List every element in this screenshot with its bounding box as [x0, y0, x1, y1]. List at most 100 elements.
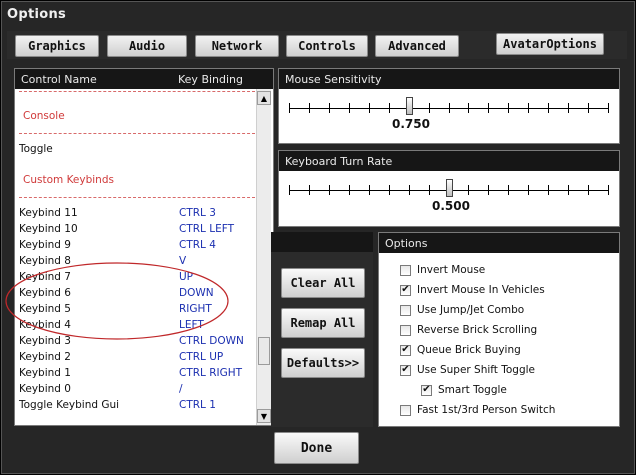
checkbox[interactable]: [400, 324, 411, 336]
control-name: Keybind 0: [19, 383, 71, 395]
key-binding: DOWN: [179, 287, 214, 299]
control-name: Toggle Keybind Gui: [19, 399, 120, 411]
table-row[interactable]: Keybind 4 LEFT: [19, 317, 255, 333]
option-label: Use Jump/Jet Combo: [417, 304, 525, 316]
table-row[interactable]: Keybind 3 CTRL DOWN: [19, 333, 255, 349]
key-binding: CTRL DOWN: [179, 335, 244, 347]
checkbox[interactable]: ✔: [400, 284, 411, 296]
options-panel: Options Invert Mouse ✔ Invert Mouse In Ve…: [378, 232, 620, 427]
scroll-up-icon[interactable]: ▲: [257, 91, 271, 105]
keyboard-turn-rate-label: Keyboard Turn Rate: [279, 151, 619, 171]
table-row[interactable]: Keybind 6 DOWN: [19, 285, 255, 301]
slider-tick: [289, 185, 290, 195]
table-row[interactable]: Keybind 10 CTRL LEFT: [19, 221, 255, 237]
remap-all-button[interactable]: Remap All: [281, 308, 365, 338]
mouse-sensitivity-ticks: [289, 103, 609, 115]
table-row[interactable]: Keybind 2 CTRL UP: [19, 349, 255, 365]
scroll-thumb[interactable]: [258, 337, 270, 365]
option-fast-person-switch[interactable]: Fast 1st/3rd Person Switch: [400, 401, 555, 419]
table-row[interactable]: Keybind 8 V: [19, 253, 255, 269]
slider-tick: [508, 103, 509, 113]
table-row[interactable]: Keybind 11 CTRL 3: [19, 205, 255, 221]
control-name: Keybind 8: [19, 255, 71, 267]
avatar-options-button[interactable]: AvatarOptions: [496, 33, 604, 55]
tab-graphics[interactable]: Graphics: [15, 35, 99, 57]
slider-tick: [568, 185, 569, 195]
key-binding: RIGHT: [179, 303, 212, 315]
slider-tick: [369, 103, 370, 113]
option-invert-mouse[interactable]: Invert Mouse: [400, 261, 485, 279]
window-title: Options: [7, 7, 67, 22]
option-smart-toggle[interactable]: ✔ Smart Toggle: [421, 381, 507, 399]
mouse-sensitivity-panel: Mouse Sensitivity 0.750: [278, 68, 620, 144]
control-name: Keybind 5: [19, 303, 71, 315]
done-button[interactable]: Done: [274, 432, 359, 464]
option-label: Queue Brick Buying: [417, 344, 521, 356]
column-header-control-name[interactable]: Control Name: [21, 73, 97, 86]
checkbox[interactable]: [400, 404, 411, 416]
keybind-list-panel: Control Name Key Binding Console Toggle …: [14, 68, 274, 426]
slider-tick: [528, 185, 529, 195]
table-row[interactable]: Keybind 9 CTRL 4: [19, 237, 255, 253]
tab-audio[interactable]: Audio: [107, 35, 187, 57]
control-name: Keybind 10: [19, 223, 78, 235]
slider-tick: [369, 185, 370, 195]
section-divider: [19, 91, 255, 92]
control-name: Keybind 7: [19, 271, 71, 283]
section-console: Console: [23, 110, 65, 122]
keybind-list-body: Console Toggle Custom Keybinds Keybind 1…: [15, 89, 259, 425]
checkbox[interactable]: ✔: [400, 344, 411, 356]
control-name: Keybind 9: [19, 239, 71, 251]
option-jump-jet-combo[interactable]: Use Jump/Jet Combo: [400, 301, 524, 319]
scroll-down-icon[interactable]: ▼: [257, 409, 271, 423]
key-binding: CTRL LEFT: [179, 223, 234, 235]
table-row[interactable]: Keybind 7 UP: [19, 269, 255, 285]
tab-network[interactable]: Network: [195, 35, 279, 57]
slider-tick: [329, 103, 330, 113]
slider-tick: [588, 185, 589, 195]
option-super-shift-toggle[interactable]: ✔ Use Super Shift Toggle: [400, 361, 535, 379]
checkbox[interactable]: ✔: [421, 384, 432, 396]
list-scrollbar[interactable]: ▲ ▼: [256, 89, 271, 425]
slider-tick: [468, 103, 469, 113]
slider-tick: [508, 185, 509, 195]
key-binding: /: [179, 383, 183, 395]
table-row[interactable]: Keybind 0 /: [19, 381, 255, 397]
checkbox[interactable]: ✔: [400, 364, 411, 376]
option-label: Use Super Shift Toggle: [417, 364, 536, 376]
option-reverse-brick-scrolling[interactable]: Reverse Brick Scrolling: [400, 321, 537, 339]
key-binding: CTRL UP: [179, 351, 224, 363]
options-title: Options: [379, 233, 619, 253]
button-column-header: [271, 232, 373, 252]
section-custom-keybinds: Custom Keybinds: [23, 174, 114, 186]
control-name: Keybind 3: [19, 335, 71, 347]
slider-tick: [568, 103, 569, 113]
control-name: Keybind 2: [19, 351, 71, 363]
list-item[interactable]: Toggle: [19, 141, 255, 157]
keyboard-turn-rate-slider-thumb[interactable]: [446, 179, 453, 197]
option-invert-mouse-vehicles[interactable]: ✔ Invert Mouse In Vehicles: [400, 281, 545, 299]
tab-controls[interactable]: Controls: [286, 35, 368, 57]
table-row[interactable]: Keybind 1 CTRL RIGHT: [19, 365, 255, 381]
slider-tick: [548, 103, 549, 113]
column-header-key-binding[interactable]: Key Binding: [178, 73, 243, 86]
option-label: Invert Mouse: [417, 264, 486, 276]
slider-tick: [608, 185, 609, 195]
option-label: Fast 1st/3rd Person Switch: [417, 404, 556, 416]
key-binding: CTRL 3: [179, 207, 216, 219]
option-label: Reverse Brick Scrolling: [417, 324, 538, 336]
mouse-sensitivity-value: 0.750: [392, 117, 430, 131]
tab-advanced[interactable]: Advanced: [375, 35, 459, 57]
slider-tick: [389, 185, 390, 195]
slider-tick: [449, 103, 450, 113]
clear-all-button[interactable]: Clear All: [281, 268, 365, 298]
table-row[interactable]: Keybind 5 RIGHT: [19, 301, 255, 317]
slider-tick: [548, 185, 549, 195]
checkbox[interactable]: [400, 264, 411, 276]
checkbox[interactable]: [400, 304, 411, 316]
table-row[interactable]: Toggle Keybind Gui CTRL 1: [19, 397, 255, 413]
option-queue-brick-buying[interactable]: ✔ Queue Brick Buying: [400, 341, 521, 359]
mouse-sensitivity-slider-thumb[interactable]: [406, 97, 413, 115]
defaults-button[interactable]: Defaults>>: [281, 348, 365, 378]
slider-tick: [389, 103, 390, 113]
